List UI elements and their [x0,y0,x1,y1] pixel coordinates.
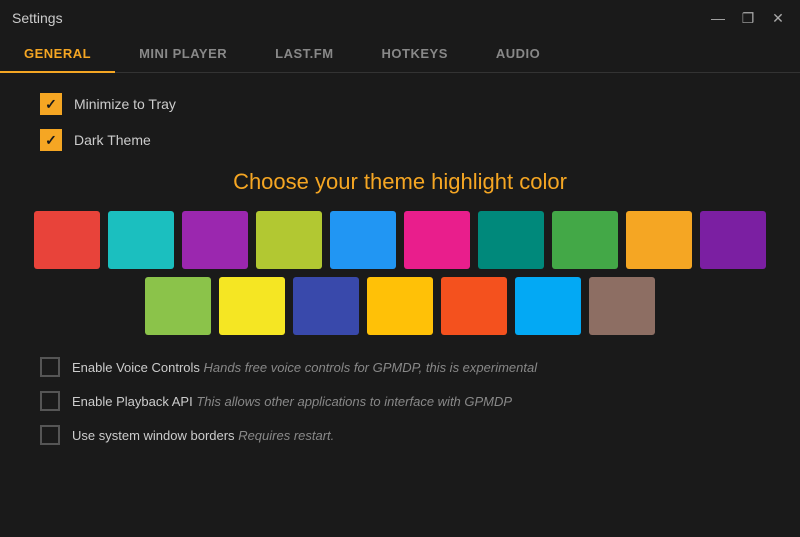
minimize-button[interactable]: — [708,8,728,28]
close-button[interactable]: ✕ [768,8,788,28]
swatches-row-1 [40,211,760,269]
swatch-indigo[interactable] [293,277,359,335]
swatch-green[interactable] [552,211,618,269]
voice-controls-checkbox[interactable] [40,357,60,377]
minimize-tray-label: Minimize to Tray [74,96,176,112]
swatch-deep-orange[interactable] [441,277,507,335]
swatch-teal[interactable] [478,211,544,269]
system-borders-label: Use system window borders Requires resta… [72,428,334,443]
window-controls: — ❐ ✕ [708,8,788,28]
tab-general[interactable]: GENERAL [0,36,115,73]
system-borders-checkbox[interactable] [40,425,60,445]
minimize-tray-row: Minimize to Tray [40,93,760,115]
swatch-amber[interactable] [367,277,433,335]
swatch-brown[interactable] [589,277,655,335]
bottom-options: Enable Voice Controls Hands free voice c… [40,357,760,445]
swatches-row-2 [40,277,760,335]
tab-mini-player[interactable]: MINI PLAYER [115,36,251,73]
dark-theme-row: Dark Theme [40,129,760,151]
settings-content: Minimize to Tray Dark Theme Choose your … [0,73,800,479]
title-bar: Settings — ❐ ✕ [0,0,800,36]
tab-hotkeys[interactable]: HOTKEYS [358,36,472,73]
tab-audio[interactable]: AUDIO [472,36,564,73]
theme-color-title: Choose your theme highlight color [40,169,760,195]
swatch-yellow-green[interactable] [145,277,211,335]
tab-bar: GENERAL MINI PLAYER LAST.FM HOTKEYS AUDI… [0,36,800,73]
tab-last-fm[interactable]: LAST.FM [251,36,357,73]
swatch-violet[interactable] [700,211,766,269]
dark-theme-checkbox[interactable] [40,129,62,151]
swatch-cyan[interactable] [108,211,174,269]
app-title: Settings [12,10,63,26]
swatch-pink[interactable] [404,211,470,269]
swatch-purple[interactable] [182,211,248,269]
voice-controls-label: Enable Voice Controls Hands free voice c… [72,360,537,375]
swatch-blue[interactable] [330,211,396,269]
swatch-lime[interactable] [256,211,322,269]
swatch-yellow[interactable] [219,277,285,335]
theme-color-section: Choose your theme highlight color [40,169,760,335]
swatch-red[interactable] [34,211,100,269]
playback-api-label: Enable Playback API This allows other ap… [72,394,512,409]
playback-api-checkbox[interactable] [40,391,60,411]
minimize-tray-checkbox[interactable] [40,93,62,115]
playback-api-row: Enable Playback API This allows other ap… [40,391,760,411]
system-borders-row: Use system window borders Requires resta… [40,425,760,445]
swatch-light-blue[interactable] [515,277,581,335]
voice-controls-row: Enable Voice Controls Hands free voice c… [40,357,760,377]
maximize-button[interactable]: ❐ [738,8,758,28]
dark-theme-label: Dark Theme [74,132,151,148]
swatch-orange[interactable] [626,211,692,269]
